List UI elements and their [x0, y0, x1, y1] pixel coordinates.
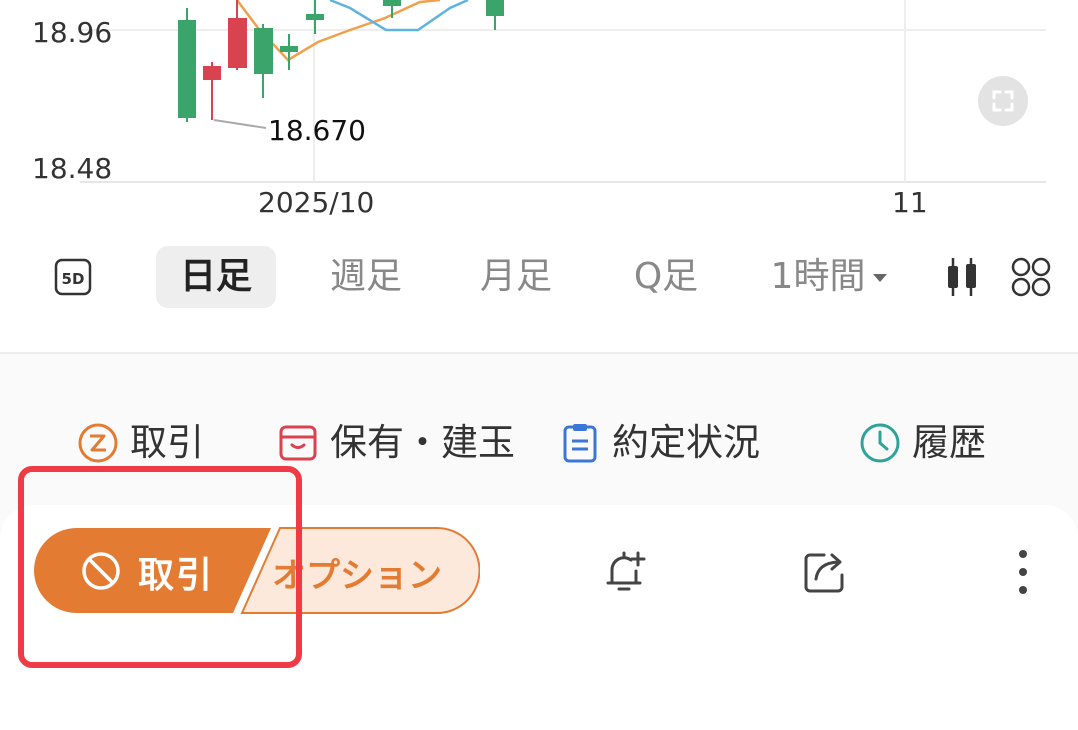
candle: [203, 66, 221, 80]
grid-layout-icon[interactable]: [1010, 256, 1052, 298]
expand-icon[interactable]: [978, 76, 1028, 126]
quick-action-holdings[interactable]: 保有・建玉: [276, 418, 515, 468]
quick-action-label: 約定状況: [612, 421, 760, 464]
candles: [178, 0, 504, 122]
y-axis-label: 18.96: [32, 16, 113, 49]
candlestick-icon[interactable]: [944, 256, 980, 298]
candle: [486, 0, 504, 16]
candle: [280, 46, 298, 52]
archive-box-icon: [279, 425, 317, 461]
5d-icon[interactable]: 5D: [54, 258, 92, 296]
highlight-box: [18, 466, 302, 668]
x-axis-label: 2025/10: [258, 186, 375, 219]
low-annotation-leader: [213, 119, 267, 129]
candle: [228, 18, 247, 68]
quick-action-orders[interactable]: 約定状況: [558, 418, 760, 468]
tab-1hour[interactable]: 1時間: [770, 246, 866, 308]
low-price-annotation: 18.670: [268, 114, 366, 147]
tab-daily[interactable]: 日足: [156, 246, 276, 308]
more-vertical-icon[interactable]: [1000, 545, 1046, 599]
quick-action-history[interactable]: 履歴: [858, 418, 986, 468]
tab-quarterly[interactable]: Q足: [616, 246, 716, 308]
clock-icon: [860, 423, 900, 463]
quick-action-label: 取引: [130, 421, 204, 464]
trade-circle-icon: [78, 423, 118, 463]
tab-weekly[interactable]: 週足: [316, 246, 416, 308]
bell-plus-icon[interactable]: [598, 545, 652, 599]
tab-monthly[interactable]: 月足: [466, 246, 566, 308]
y-axis-label: 18.48: [32, 152, 113, 185]
x-axis-label: 11: [892, 186, 928, 219]
quick-action-label: 保有・建玉: [330, 421, 515, 464]
candle: [306, 14, 324, 20]
caret-down-icon[interactable]: [870, 270, 890, 284]
share-icon[interactable]: [798, 545, 852, 599]
quick-action-trade[interactable]: 取引: [76, 418, 204, 468]
candle: [254, 28, 273, 74]
candle: [178, 20, 196, 118]
candle: [383, 0, 401, 6]
quick-action-label: 履歴: [912, 421, 986, 464]
clipboard-icon: [563, 424, 597, 463]
5d-label: 5D: [62, 270, 85, 288]
